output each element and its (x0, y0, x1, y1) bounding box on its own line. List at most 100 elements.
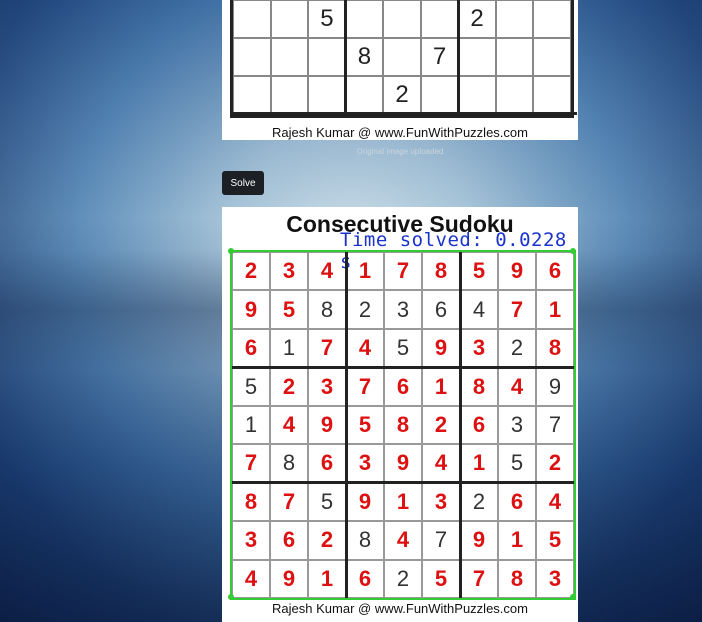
solved-cell: 9 (384, 444, 422, 483)
original-cell (270, 38, 309, 76)
given-cell: 8 (270, 444, 308, 483)
solved-cell: 6 (384, 367, 422, 406)
solved-cell: 6 (460, 405, 498, 445)
solved-cell: 4 (384, 521, 422, 560)
original-cell (533, 0, 571, 38)
solved-cell: 3 (460, 328, 498, 368)
given-cell: 1 (270, 328, 308, 368)
given-cell: 9 (536, 367, 574, 406)
solved-cell: 2 (308, 521, 346, 560)
given-cell: 8 (346, 521, 384, 560)
solved-cell: 3 (536, 559, 574, 598)
solved-cell: 9 (498, 252, 536, 291)
solved-cell: 5 (346, 405, 384, 445)
original-cell (233, 0, 271, 38)
solved-cell: 4 (536, 482, 574, 522)
box-divider (344, 252, 348, 598)
original-cell (495, 76, 534, 114)
given-cell: 2 (384, 559, 422, 598)
solved-cell: 2 (232, 252, 270, 291)
solved-cell: 6 (232, 328, 270, 368)
original-cell (458, 38, 496, 76)
solve-button[interactable]: Solve (222, 171, 264, 195)
solved-cell: 7 (270, 482, 308, 522)
original-cell (495, 0, 534, 38)
box-divider (458, 252, 462, 598)
solved-cell: 9 (270, 559, 308, 598)
solved-cell: 4 (308, 252, 346, 291)
original-sudoku-grid: 52872 (230, 0, 577, 118)
original-cell (420, 0, 459, 38)
solved-cell: 2 (536, 444, 574, 483)
solved-cell: 1 (498, 521, 536, 560)
solved-cell: 9 (346, 482, 384, 522)
solved-cell: 1 (308, 559, 346, 598)
solved-sudoku-grid: 2341785969582364716174593285237618491495… (228, 248, 576, 600)
given-cell: 6 (422, 290, 460, 329)
original-cell (495, 38, 534, 76)
solved-cell: 8 (384, 405, 422, 445)
solved-cell: 6 (308, 444, 346, 483)
box-divider (232, 481, 574, 485)
solved-cell: 7 (498, 290, 536, 329)
original-cell (420, 76, 459, 114)
corner-marker (570, 248, 576, 254)
solved-cell: 2 (422, 405, 460, 445)
solved-cell: 4 (232, 559, 270, 598)
given-cell: 2 (498, 328, 536, 368)
solved-cell: 1 (460, 444, 498, 483)
given-cell: 5 (384, 328, 422, 368)
original-cell (308, 76, 346, 114)
solved-cell: 3 (308, 367, 346, 406)
given-cell: 1 (232, 405, 270, 445)
given-cell: 4 (460, 290, 498, 329)
original-cell (345, 0, 384, 38)
solved-cell: 2 (270, 367, 308, 406)
solved-cell: 3 (270, 252, 308, 291)
box-divider (456, 0, 460, 118)
solved-cell: 5 (422, 559, 460, 598)
box-divider (233, 112, 577, 115)
given-cell: 2 (346, 290, 384, 329)
original-cell: 8 (345, 38, 384, 76)
solved-cell: 4 (498, 367, 536, 406)
box-divider (344, 0, 348, 118)
solved-image: Consecutive Sudoku Time solved: 0.0228 s… (222, 207, 578, 622)
original-cell (345, 76, 384, 114)
original-cell (270, 76, 309, 114)
solved-cell: 5 (270, 290, 308, 329)
box-divider (232, 365, 574, 369)
given-cell: 7 (422, 521, 460, 560)
original-cell (308, 38, 346, 76)
given-cell: 3 (384, 290, 422, 329)
solved-cell: 1 (346, 252, 384, 291)
solved-cell: 7 (460, 559, 498, 598)
original-cell: 7 (420, 38, 459, 76)
solved-cell: 8 (498, 559, 536, 598)
solved-cell: 7 (232, 444, 270, 483)
solved-cell: 1 (422, 367, 460, 406)
given-cell: 2 (460, 482, 498, 522)
solved-cell: 3 (346, 444, 384, 483)
solved-cell: 6 (498, 482, 536, 522)
original-image-caption: Original image uploaded (356, 147, 444, 156)
original-cell (233, 38, 271, 76)
solved-cell: 9 (232, 290, 270, 329)
solved-cell: 7 (346, 367, 384, 406)
original-credit: Rajesh Kumar @ www.FunWithPuzzles.com (272, 125, 528, 140)
original-cell (270, 0, 309, 38)
original-cell (233, 76, 271, 114)
original-cell: 2 (458, 0, 496, 38)
solved-cell: 4 (422, 444, 460, 483)
solved-cell: 6 (270, 521, 308, 560)
solved-cell: 3 (232, 521, 270, 560)
solved-cell: 6 (346, 559, 384, 598)
solved-cell: 5 (460, 252, 498, 291)
original-cell (458, 76, 496, 114)
given-cell: 5 (308, 482, 346, 522)
solved-cell: 9 (422, 328, 460, 368)
solved-cell: 4 (346, 328, 384, 368)
solved-cell: 6 (536, 252, 574, 291)
corner-marker (570, 594, 576, 600)
given-cell: 7 (536, 405, 574, 445)
